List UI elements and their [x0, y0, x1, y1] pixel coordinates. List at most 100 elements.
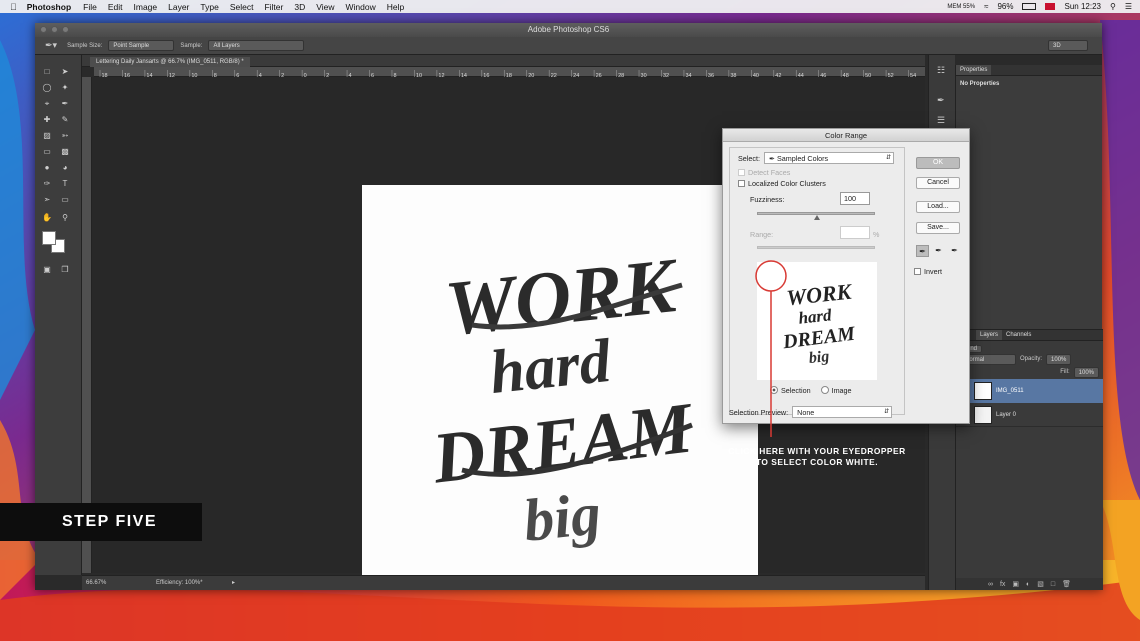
menu-edit[interactable]: Edit	[108, 2, 123, 12]
workspace-select[interactable]: 3D	[1048, 40, 1088, 51]
wifi-icon[interactable]: ≈	[984, 2, 988, 11]
tool-presets-icon[interactable]: ✒	[937, 95, 945, 106]
menu-window[interactable]: Window	[346, 2, 376, 12]
layer-row[interactable]: IMG_0511	[956, 379, 1103, 403]
menu-select[interactable]: Select	[230, 2, 254, 12]
load-button[interactable]: Load...	[916, 201, 960, 213]
screen-mode-icon[interactable]: ❐	[59, 265, 71, 275]
menu-view[interactable]: View	[316, 2, 334, 12]
eyedropper-add-icon[interactable]: ✒	[932, 245, 945, 257]
menu-file[interactable]: File	[83, 2, 97, 12]
opacity-field[interactable]: 100%	[1046, 353, 1072, 365]
gradient-tool-icon[interactable]: ▩	[59, 147, 71, 157]
tab-properties[interactable]: Properties	[956, 65, 992, 75]
healing-tool-icon[interactable]: ✚	[41, 115, 53, 125]
tab-layers[interactable]: Layers	[976, 330, 1003, 340]
history-panel-icon[interactable]: ☷	[937, 65, 945, 76]
eyedropper-tool-icon[interactable]: ✒	[59, 99, 71, 109]
new-layer-icon[interactable]: □	[1051, 581, 1055, 588]
menu-filter[interactable]: Filter	[264, 2, 283, 12]
zoom-level[interactable]: 66.67%	[86, 580, 106, 586]
range-field[interactable]	[840, 226, 870, 239]
foreground-color-swatch[interactable]	[42, 231, 56, 245]
preview-hard: hard	[798, 305, 833, 327]
options-bar: ✒▾ Sample Size: Point Sample Sample: All…	[35, 37, 1102, 55]
adjustment-layer-icon[interactable]: ◐	[1026, 581, 1030, 588]
quick-mask-icon[interactable]: ▣	[41, 265, 53, 275]
cancel-button[interactable]: Cancel	[916, 177, 960, 189]
chevron-down-icon: ⇵	[885, 155, 891, 161]
path-select-tool-icon[interactable]: ➣	[41, 195, 53, 205]
detect-faces-checkbox[interactable]	[738, 169, 745, 176]
battery-icon[interactable]	[1022, 3, 1037, 10]
fuzziness-field[interactable]: 100	[840, 192, 870, 205]
status-arrow-icon[interactable]: ▸	[232, 579, 235, 586]
eyedropper-preset-icon[interactable]: ✒▾	[45, 40, 57, 51]
flag-icon[interactable]	[1045, 3, 1056, 10]
apple-icon[interactable]: 	[10, 2, 17, 12]
layer-style-icon[interactable]: fx	[1000, 581, 1005, 588]
link-layers-icon[interactable]: ∞	[988, 581, 993, 588]
marquee-tool-icon[interactable]: □	[41, 67, 53, 77]
clock[interactable]: Sun 12:23	[1064, 2, 1100, 11]
history-brush-icon[interactable]: ➳	[59, 131, 71, 141]
blur-tool-icon[interactable]: ●	[41, 163, 53, 173]
delete-layer-icon[interactable]: 🗑	[1062, 580, 1071, 588]
menu-3d[interactable]: 3D	[294, 2, 305, 12]
ok-button[interactable]: OK	[916, 157, 960, 169]
range-label: Range:	[750, 230, 774, 239]
list-icon[interactable]: ☰	[1125, 2, 1132, 11]
range-slider[interactable]	[757, 246, 875, 249]
brush-tool-icon[interactable]: ✎	[59, 115, 71, 125]
selection-preview-select[interactable]: None ⇵	[792, 406, 893, 418]
invert-checkbox[interactable]	[914, 268, 921, 275]
zoom-window-button[interactable]	[62, 26, 69, 33]
menu-type[interactable]: Type	[200, 2, 218, 12]
battery-percent[interactable]: 96%	[997, 2, 1013, 11]
layers-filter-row: Kind	[956, 341, 1103, 353]
eyedropper-sample-icon[interactable]: ✒	[916, 245, 929, 257]
stamp-tool-icon[interactable]: ▨	[41, 131, 53, 141]
selection-radio[interactable]	[770, 386, 778, 394]
document-canvas[interactable]: WORK hard DREAM big	[362, 185, 758, 580]
document-tab[interactable]: Lettering Daily Jansarts @ 66.7% (IMG_05…	[90, 57, 250, 67]
close-window-button[interactable]	[40, 26, 47, 33]
fill-field[interactable]: 100%	[1073, 366, 1099, 378]
app-menu[interactable]: Photoshop	[27, 2, 71, 12]
menu-help[interactable]: Help	[387, 2, 404, 12]
zoom-tool-icon[interactable]: ⚲	[59, 213, 71, 223]
new-group-icon[interactable]: ▧	[1037, 580, 1044, 588]
eraser-tool-icon[interactable]: ▭	[41, 147, 53, 157]
search-icon[interactable]: ⚲	[1110, 2, 1116, 11]
menu-image[interactable]: Image	[134, 2, 158, 12]
memory-indicator[interactable]: MEM 55%	[947, 4, 975, 10]
move-tool-icon[interactable]: ➤	[59, 67, 71, 77]
shape-tool-icon[interactable]: ▭	[59, 195, 71, 205]
eyedropper-subtract-icon[interactable]: ✒	[948, 245, 961, 257]
tab-channels[interactable]: Channels	[1002, 330, 1035, 340]
sample-size-select[interactable]: Point Sample	[108, 40, 175, 51]
layer-row[interactable]: Layer 0	[956, 403, 1103, 427]
menu-layer[interactable]: Layer	[168, 2, 189, 12]
pen-tool-icon[interactable]: ✑	[41, 179, 53, 189]
select-dropdown[interactable]: ✒ Sampled Colors ⇵	[763, 152, 894, 164]
save-button[interactable]: Save...	[916, 222, 960, 234]
adjustments-icon[interactable]: ☰	[937, 115, 945, 126]
quick-select-tool-icon[interactable]: ✦	[59, 83, 71, 93]
lasso-tool-icon[interactable]: ◯	[41, 83, 53, 93]
localized-clusters-checkbox[interactable]	[738, 180, 745, 187]
sample-select[interactable]: All Layers	[208, 40, 305, 51]
add-mask-icon[interactable]: ▣	[1012, 580, 1019, 588]
minimize-window-button[interactable]	[51, 26, 58, 33]
dodge-tool-icon[interactable]: ◕	[59, 163, 71, 173]
annotation-caption: CLICK HERE WITH YOUR EYEDROPPER TO SELEC…	[712, 446, 922, 468]
type-tool-icon[interactable]: T	[59, 179, 71, 189]
selection-preview-thumbnail[interactable]: WORK hard DREAM big	[757, 262, 877, 380]
hand-tool-icon[interactable]: ✋	[41, 213, 53, 223]
crop-tool-icon[interactable]: ⌖	[41, 99, 53, 109]
fuzziness-slider-thumb[interactable]	[814, 215, 820, 220]
status-info[interactable]: Efficiency: 100%*	[156, 580, 203, 586]
artwork-dream: DREAM	[427, 387, 699, 499]
image-radio[interactable]	[820, 386, 829, 394]
select-label: Select:	[738, 153, 760, 163]
